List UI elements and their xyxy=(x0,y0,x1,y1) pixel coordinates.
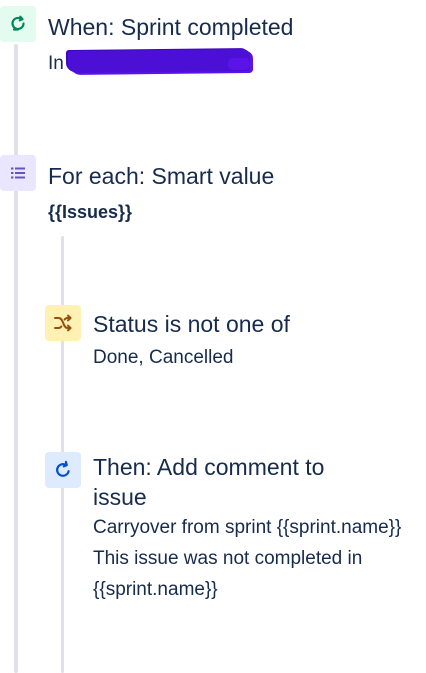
action-subtitle: Carryover from sprint {{sprint.name}} Th… xyxy=(93,517,402,600)
refresh-arrow-icon xyxy=(11,15,25,31)
list-icon xyxy=(11,167,25,179)
condition-title[interactable]: Status is not one of xyxy=(93,309,290,339)
action-title[interactable]: Then: Add comment to issue xyxy=(93,452,383,512)
branch-component-icon-box[interactable] xyxy=(0,155,36,191)
condition-component-icon-box[interactable] xyxy=(45,305,81,341)
rule-flow-rail xyxy=(14,44,18,673)
branch-title[interactable]: For each: Smart value xyxy=(48,161,274,191)
redaction-scribble xyxy=(67,49,251,73)
shuffle-icon xyxy=(54,314,72,332)
trigger-component-icon-box[interactable] xyxy=(0,6,36,42)
redaction-scribble-tail xyxy=(228,58,250,70)
branch-subtitle: {{Issues}} xyxy=(48,202,133,222)
rotate-arrow-icon xyxy=(56,460,70,477)
trigger-title[interactable]: When: Sprint completed xyxy=(48,12,293,42)
action-component-icon-box[interactable] xyxy=(45,452,81,488)
trigger-subtitle: In xyxy=(48,53,64,74)
condition-subtitle: Done, Cancelled xyxy=(93,347,234,368)
